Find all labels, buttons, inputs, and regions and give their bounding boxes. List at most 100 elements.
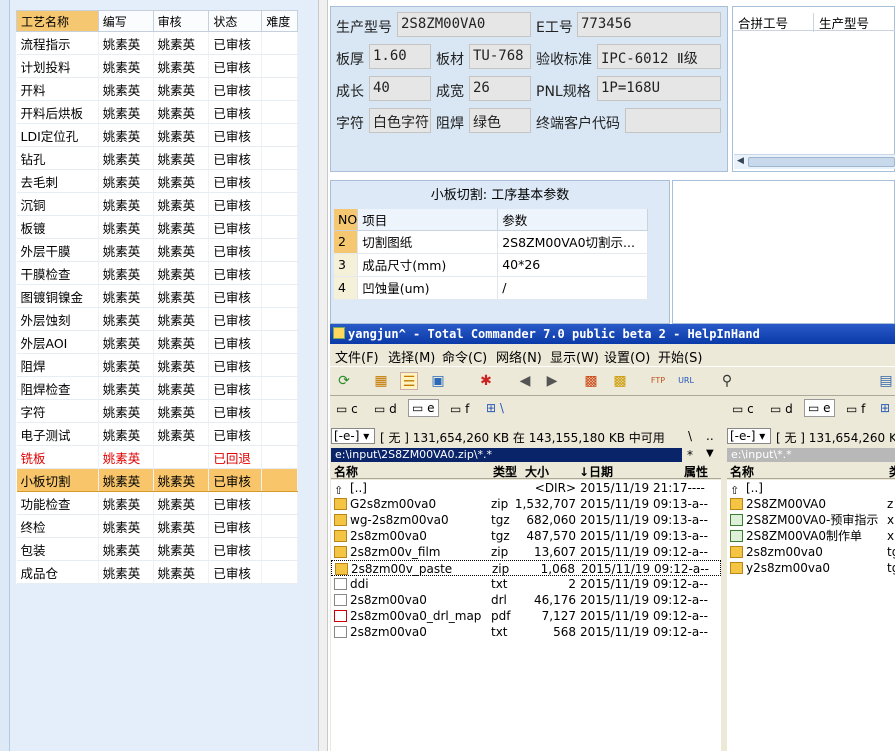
splitter[interactable] xyxy=(318,0,328,751)
invert-select-icon[interactable]: ✱ xyxy=(477,372,495,390)
drive-d-left[interactable]: ▭ d xyxy=(374,402,397,416)
process-row[interactable]: 终检 姚素英 姚素英 已审核 xyxy=(16,514,298,538)
process-row[interactable]: 包装 姚素英 姚素英 已审核 xyxy=(16,537,298,561)
drive-f-left[interactable]: ▭ f xyxy=(450,402,469,416)
file-row[interactable]: ⇧ [..] <DIR> 2015/11/19 21:17---- xyxy=(331,480,721,497)
process-row[interactable]: 小板切割 姚素英 姚素英 已审核 xyxy=(16,468,298,492)
refresh-icon[interactable]: ⟳ xyxy=(335,372,353,390)
detail-view-icon[interactable]: ☰ xyxy=(400,372,418,390)
back-icon[interactable]: ◀ xyxy=(516,372,534,390)
file-row[interactable]: 2S8ZM00VA0-预审指示 x xyxy=(727,512,895,528)
merge-col-job[interactable]: 合拼工号 xyxy=(738,13,788,32)
menu-network[interactable]: 网络(N) xyxy=(496,347,542,366)
forward-icon[interactable]: ▶ xyxy=(543,372,561,390)
process-row[interactable]: 板镀 姚素英 姚素英 已审核 xyxy=(16,215,298,239)
file-row[interactable]: wg-2s8zm00va0 tgz 682,060 2015/11/19 09:13-… xyxy=(331,512,721,528)
menu-command[interactable]: 命令(C) xyxy=(442,347,487,366)
col-name[interactable]: 名称 xyxy=(334,465,358,479)
mask-field[interactable]: 绿色 xyxy=(469,108,531,133)
menu-start[interactable]: 开始(S) xyxy=(658,347,702,366)
file-row[interactable]: 2s8zm00va0 txt 568 2015/11/19 09:12-a-- xyxy=(331,624,721,640)
file-row[interactable]: G2s8zm00va0 zip 1,532,707 2015/11/19 09:13-… xyxy=(331,496,721,512)
process-row[interactable]: 干膜检查 姚素英 姚素英 已审核 xyxy=(16,261,298,285)
file-row[interactable]: 2S8ZM00VA0制作单 x xyxy=(727,528,895,544)
left-drive-select[interactable]: [-e-] ▾ xyxy=(331,428,375,444)
char-field[interactable]: 白色字符 xyxy=(369,108,431,133)
col-header-status[interactable]: 状态 xyxy=(208,10,263,32)
process-row[interactable]: 开料 姚素英 姚素英 已审核 xyxy=(16,77,298,101)
left-path[interactable]: e:\input\2S8ZM00VA0.zip\*.* xyxy=(331,448,682,462)
scroll-thumb[interactable] xyxy=(748,157,895,167)
right-drive-select[interactable]: [-e-] ▾ xyxy=(727,428,771,444)
process-row[interactable]: LDI定位孔 姚素英 姚素英 已审核 xyxy=(16,123,298,147)
col-header-process[interactable]: 工艺名称 xyxy=(16,10,99,32)
col-header-author[interactable]: 编写 xyxy=(97,10,154,32)
process-row[interactable]: 阻焊 姚素英 姚素英 已审核 xyxy=(16,353,298,377)
param-row[interactable]: 4 凹蚀量(um) / xyxy=(334,276,648,300)
file-row[interactable]: ddi txt 2 2015/11/19 09:12-a-- xyxy=(331,576,721,592)
file-row[interactable]: 2S8ZM00VA0 z xyxy=(727,496,895,512)
search-icon[interactable]: ⚲ xyxy=(718,372,736,390)
col-header-difficulty[interactable]: 难度 xyxy=(261,10,298,32)
drive-e-left[interactable]: ▭ e xyxy=(408,399,439,417)
standard-field[interactable]: IPC-6012 Ⅱ级 xyxy=(597,44,721,69)
pack-icon[interactable]: ▩ xyxy=(582,372,600,390)
root-button[interactable]: \ xyxy=(688,429,692,443)
file-row[interactable]: ⇧ [..] xyxy=(727,480,895,497)
process-row[interactable]: 外层干膜 姚素英 姚素英 已审核 xyxy=(16,238,298,262)
network-drive-icon[interactable]: ⊞ \ xyxy=(486,401,504,415)
process-row[interactable]: 计划投料 姚素英 姚素英 已审核 xyxy=(16,54,298,78)
material-field[interactable]: TU-768 xyxy=(469,44,531,69)
customer-field[interactable] xyxy=(625,108,721,133)
drive-c-left[interactable]: ▭ c xyxy=(336,402,358,416)
menu-file[interactable]: 文件(F) xyxy=(335,347,379,366)
merge-col-model[interactable]: 生产型号 xyxy=(813,13,869,32)
menu-settings[interactable]: 设置(O) xyxy=(604,347,650,366)
file-row[interactable]: 2s8zm00v_film zip 13,607 2015/11/19 09:12-a… xyxy=(331,544,721,560)
right-col-type[interactable]: 类 xyxy=(889,465,895,479)
drive-d-right[interactable]: ▭ d xyxy=(770,402,793,416)
process-row[interactable]: 字符 姚素英 姚素英 已审核 xyxy=(16,399,298,423)
process-row[interactable]: 钻孔 姚素英 姚素英 已审核 xyxy=(16,146,298,170)
process-row[interactable]: 沉铜 姚素英 姚素英 已审核 xyxy=(16,192,298,216)
process-row[interactable]: 图镀铜镍金 姚素英 姚素英 已审核 xyxy=(16,284,298,308)
thickness-field[interactable]: 1.60 xyxy=(369,44,431,69)
file-row[interactable]: 2s8zm00va0 drl 46,176 2015/11/19 09:12-a-- xyxy=(331,592,721,608)
merge-hscrollbar[interactable]: ◀ xyxy=(734,154,895,169)
process-row[interactable]: 功能检查 姚素英 姚素英 已审核 xyxy=(16,491,298,515)
tc-titlebar[interactable]: yangjun^ - Total Commander 7.0 public be… xyxy=(330,324,895,344)
parent-button[interactable]: .. xyxy=(706,429,714,443)
process-row[interactable]: 外层AOI 姚素英 姚素英 已审核 xyxy=(16,330,298,354)
sb-col-no[interactable]: NO xyxy=(334,209,359,231)
file-row[interactable]: 2s8zm00v_paste zip 1,068 2015/11/19 09:12-a… xyxy=(331,560,721,576)
col-date[interactable]: ↓日期 xyxy=(579,465,613,479)
width-field[interactable]: 26 xyxy=(469,76,531,101)
col-header-reviewer[interactable]: 审核 xyxy=(152,10,210,32)
scroll-left-icon[interactable]: ◀ xyxy=(737,156,744,166)
process-row[interactable]: 成品仓 姚素英 姚素英 已审核 xyxy=(16,560,298,584)
process-row[interactable]: 外层蚀刻 姚素英 姚素英 已审核 xyxy=(16,307,298,331)
eno-field[interactable]: 773456 xyxy=(577,12,721,37)
sb-col-item[interactable]: 项目 xyxy=(357,209,499,231)
col-type[interactable]: 类型 xyxy=(493,465,517,479)
menu-select[interactable]: 选择(M) xyxy=(388,347,435,366)
process-row[interactable]: 开料后烘板 姚素英 姚素英 已审核 xyxy=(16,100,298,124)
brief-view-icon[interactable]: ▦ xyxy=(372,372,390,390)
sb-col-param[interactable]: 参数 xyxy=(497,209,648,231)
menu-view[interactable]: 显示(W) xyxy=(550,347,599,366)
process-row[interactable]: 去毛刺 姚素英 姚素英 已审核 xyxy=(16,169,298,193)
process-row[interactable]: 铣板 姚素英 已回退 xyxy=(16,445,298,469)
process-row[interactable]: 流程指示 姚素英 姚素英 已审核 xyxy=(16,31,298,55)
thumbnail-view-icon[interactable]: ▣ xyxy=(429,372,447,390)
left-filter[interactable]: * xyxy=(687,448,693,462)
network-drive-right-icon[interactable]: ⊞ xyxy=(880,401,890,415)
drive-e-right[interactable]: ▭ e xyxy=(804,399,835,417)
pnl-field[interactable]: 1P=168U xyxy=(597,76,721,101)
model-field[interactable]: 2S8ZM00VA0 xyxy=(397,12,531,37)
col-attr[interactable]: 属性 xyxy=(684,465,708,479)
drive-f-right[interactable]: ▭ f xyxy=(846,402,865,416)
right-file-list[interactable]: ⇧ [..] 2S8ZM00VA0 z 2S8ZM00VA0-预审指示 x 2S8ZM00V… xyxy=(727,480,895,751)
file-row[interactable]: y2s8zm00va0 tg xyxy=(727,560,895,576)
length-field[interactable]: 40 xyxy=(369,76,431,101)
drive-c-right[interactable]: ▭ c xyxy=(732,402,754,416)
